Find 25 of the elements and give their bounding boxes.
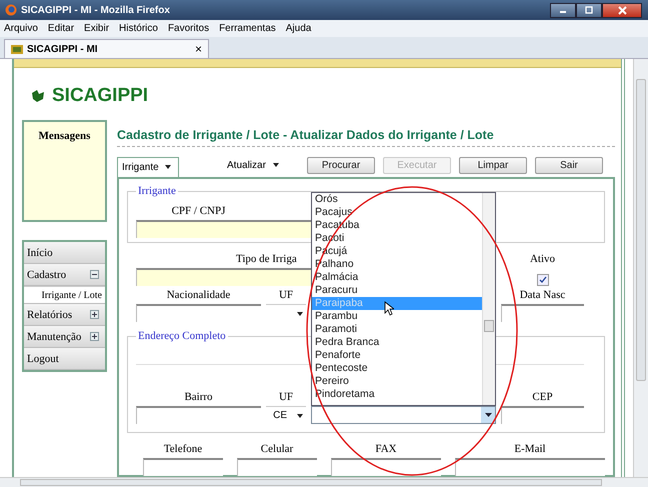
page-title: Cadastro de Irrigante / Lote - Atualizar Dados do Irrigante / Lote [117, 120, 615, 147]
field-label: Nacionalidade [166, 289, 232, 301]
nav-label: Relatórios [27, 308, 72, 320]
field-label: CPF / CNPJ [170, 205, 226, 217]
field-label: Bairro [183, 391, 214, 403]
nav-label: Logout [27, 352, 59, 364]
field-label: Tipo de Irriga [236, 253, 297, 265]
field-label: E-Mail [513, 443, 547, 455]
field-label: CEP [531, 391, 554, 403]
nav-label: Cadastro [27, 268, 66, 280]
field-label: Telefone [162, 443, 204, 455]
app-logo: SICAGIPPI [52, 85, 148, 107]
fieldset-legend: Endereço Completo [136, 330, 228, 342]
field-label: Data Nasc [518, 289, 566, 301]
field-label: Ativo [528, 253, 556, 265]
nav-label: Início [27, 246, 53, 258]
nav-label: Manutenção [27, 330, 82, 342]
messages-title: Mensagens [38, 130, 90, 142]
field-label: FAX [374, 443, 398, 455]
fieldset-legend: Irrigante [136, 185, 178, 197]
field-label: UF [278, 289, 294, 301]
field-label: UF [278, 391, 294, 403]
tab-title: SICAGIPPI - MI [27, 44, 98, 54]
field-label: Celular [260, 443, 294, 455]
window-title: SICAGIPPI - MI - Mozilla Firefox [21, 4, 170, 16]
